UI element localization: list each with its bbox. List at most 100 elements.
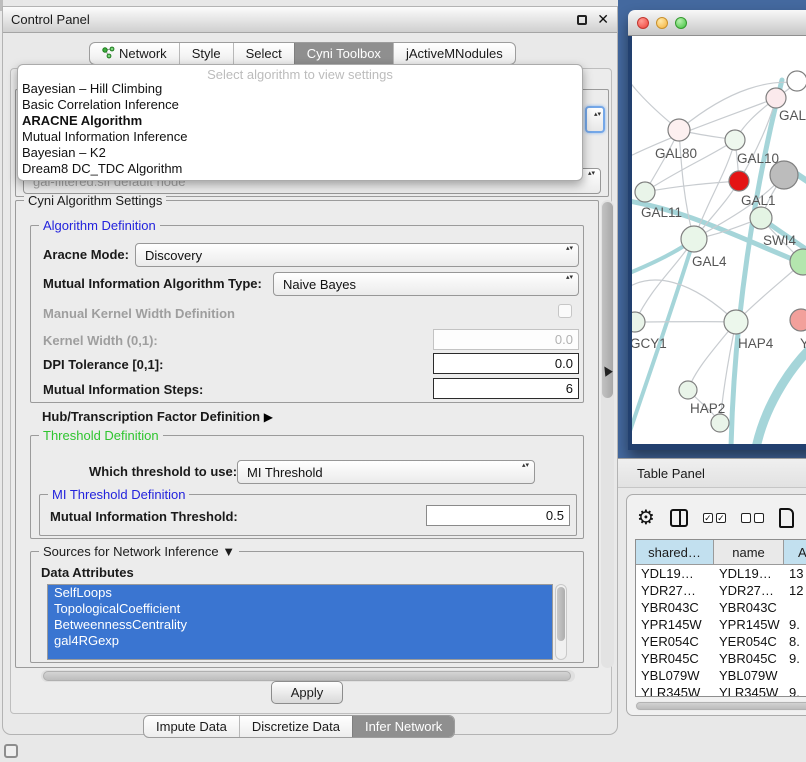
columns-icon[interactable] — [670, 509, 688, 527]
popup-item[interactable]: Dream8 DC_TDC Algorithm — [18, 161, 582, 177]
popup-item[interactable]: Bayesian – Hill Climbing — [18, 81, 582, 97]
list-scrollbar-thumb[interactable] — [557, 587, 565, 641]
network-canvas[interactable]: GAL GAL80 GAL10 GAL1 GAL11 SWI4 GAL4 GCY… — [632, 36, 806, 444]
column-header[interactable]: name — [714, 540, 784, 564]
table-hscrollbar[interactable] — [635, 701, 806, 711]
list-item[interactable]: BetweennessCentrality — [48, 617, 552, 633]
mi-steps-field[interactable]: 6 — [433, 378, 579, 399]
node-label: GAL1 — [741, 193, 776, 208]
network-icon — [102, 46, 115, 62]
manual-kernel-checkbox[interactable] — [558, 304, 572, 318]
close-traffic-light-icon[interactable] — [637, 17, 649, 29]
combo-arrows-icon: ▴▾ — [594, 112, 601, 117]
table-row[interactable]: YDL19… YDL19… 13 — [636, 565, 806, 582]
kernel-width-field[interactable]: 0.0 — [433, 329, 579, 350]
deselect-all-columns-icon[interactable] — [741, 513, 764, 523]
table-row[interactable]: YBL079W YBL079W — [636, 667, 806, 684]
node[interactable] — [787, 71, 806, 91]
network-window[interactable]: GAL GAL80 GAL10 GAL1 GAL11 SWI4 GAL4 GCY… — [628, 10, 806, 450]
tab-style[interactable]: Style — [179, 43, 233, 64]
node-salmon[interactable] — [790, 309, 806, 331]
settings-scrollbar[interactable] — [601, 200, 614, 668]
apply-button[interactable]: Apply — [271, 681, 343, 704]
float-window-icon[interactable] — [577, 15, 587, 25]
list-item[interactable]: gal4RGexp — [48, 633, 552, 649]
desktop-background: GAL GAL80 GAL10 GAL1 GAL11 SWI4 GAL4 GCY… — [618, 0, 806, 458]
combo-arrows-icon: ▴▾ — [566, 246, 573, 251]
select-all-columns-icon[interactable]: ✓✓ — [703, 513, 726, 523]
table-hscrollbar-thumb[interactable] — [636, 702, 806, 710]
tab-jactivemnodules[interactable]: jActiveMNodules — [393, 43, 515, 64]
dpi-tolerance-label: DPI Tolerance [0,1]: — [43, 357, 163, 372]
minimize-traffic-light-icon[interactable] — [656, 17, 668, 29]
node[interactable] — [711, 414, 729, 432]
tab-select[interactable]: Select — [233, 43, 294, 64]
tab-cyni-toolbox[interactable]: Cyni Toolbox — [294, 43, 393, 64]
sources-title[interactable]: Sources for Network Inference ▼ — [39, 544, 239, 559]
algorithm-definition-group: Algorithm Definition Aracne Mode: Discov… — [30, 225, 584, 403]
network-graph: GAL GAL80 GAL10 GAL1 GAL11 SWI4 GAL4 GCY… — [632, 36, 806, 444]
dpi-tolerance-field[interactable]: 0.0 — [433, 353, 579, 374]
list-item[interactable]: SelfLoops — [48, 585, 552, 601]
node-gcy1[interactable] — [632, 312, 645, 332]
table-row[interactable]: YER054C YER054C 8. — [636, 633, 806, 650]
hub-definition-toggle[interactable]: Hub/Transcription Factor Definition ▶ — [42, 409, 273, 424]
tab-infer-network[interactable]: Infer Network — [352, 716, 454, 737]
node-gal4[interactable] — [681, 226, 707, 252]
threshold-definition-title: Threshold Definition — [39, 428, 163, 443]
tab-network[interactable]: Network — [90, 43, 179, 64]
mi-threshold-definition-title: MI Threshold Definition — [48, 487, 189, 502]
tab-discretize-data[interactable]: Discretize Data — [239, 716, 352, 737]
settings-hscrollbar-thumb[interactable] — [43, 671, 571, 681]
aracne-mode-combo[interactable]: Discovery ▴▾ — [135, 243, 579, 267]
mi-threshold-definition-group: MI Threshold Definition Mutual Informati… — [39, 494, 577, 536]
table-panel-bar: Table Panel — [618, 458, 806, 488]
network-window-titlebar[interactable] — [628, 10, 806, 36]
table-row[interactable]: YLR345W YLR345W 9. — [636, 684, 806, 697]
list-scrollbar[interactable] — [555, 584, 567, 660]
combo-arrows-icon: ▴▾ — [522, 463, 529, 468]
node-label: HAP4 — [738, 336, 774, 351]
table-panel-title: Table Panel — [637, 466, 705, 481]
node-red[interactable] — [729, 171, 749, 191]
control-panel-titlebar: Control Panel ✕ — [3, 7, 617, 33]
popup-item[interactable]: Bayesian – K2 — [18, 145, 582, 161]
mi-type-label: Mutual Information Algorithm Type: — [43, 276, 262, 291]
table-row[interactable]: YDR27… YDR27… 12 — [636, 582, 806, 599]
table-row[interactable]: YPR145W YPR145W 9. — [636, 616, 806, 633]
document-icon[interactable] — [779, 508, 794, 528]
table-row[interactable]: YBR045C YBR045C 9. — [636, 650, 806, 667]
table-row[interactable]: YBR043C YBR043C — [636, 599, 806, 616]
mi-type-combo[interactable]: Naive Bayes ▴▾ — [273, 272, 579, 296]
node-gal80[interactable] — [668, 119, 690, 141]
node-label: GAL80 — [655, 146, 697, 161]
node-gal[interactable] — [766, 88, 786, 108]
zoom-traffic-light-icon[interactable] — [675, 17, 687, 29]
column-header[interactable]: A — [784, 540, 806, 564]
mi-threshold-label: Mutual Information Threshold: — [50, 509, 238, 524]
node-gal11[interactable] — [635, 182, 655, 202]
threshold-definition-group: Threshold Definition Which threshold to … — [30, 435, 584, 539]
chevron-down-icon: ▼ — [222, 544, 235, 559]
node-gal1[interactable] — [750, 207, 772, 229]
list-item[interactable]: TopologicalCoefficient — [48, 601, 552, 617]
collapsed-panel-icon[interactable] — [4, 744, 18, 758]
mi-threshold-field[interactable]: 0.5 — [426, 505, 570, 526]
table-panel: ⚙ ✓✓ shared… name A YDL19… YDL19… 13 YDR… — [626, 494, 806, 716]
tab-impute-data[interactable]: Impute Data — [144, 716, 239, 737]
popup-item[interactable]: Basic Correlation Inference — [18, 97, 582, 113]
list-item-partial[interactable] — [48, 649, 552, 660]
column-header[interactable]: shared… — [636, 540, 714, 564]
algorithm-combo-focused-end[interactable]: ▴▾ — [585, 106, 605, 133]
node-label: GAL4 — [692, 254, 727, 269]
node-gal10[interactable] — [725, 130, 745, 150]
popup-item[interactable]: ARACNE Algorithm — [18, 113, 582, 129]
which-threshold-combo[interactable]: MI Threshold ▴▾ — [237, 460, 535, 484]
close-icon[interactable]: ✕ — [597, 11, 609, 28]
node-hap4[interactable] — [724, 310, 748, 334]
popup-item[interactable]: Mutual Information Inference — [18, 129, 582, 145]
node-table[interactable]: shared… name A YDL19… YDL19… 13 YDR27… Y… — [635, 539, 806, 697]
node-hap2[interactable] — [679, 381, 697, 399]
gear-icon[interactable]: ⚙ — [637, 508, 655, 528]
node-label: GAL11 — [641, 205, 682, 220]
